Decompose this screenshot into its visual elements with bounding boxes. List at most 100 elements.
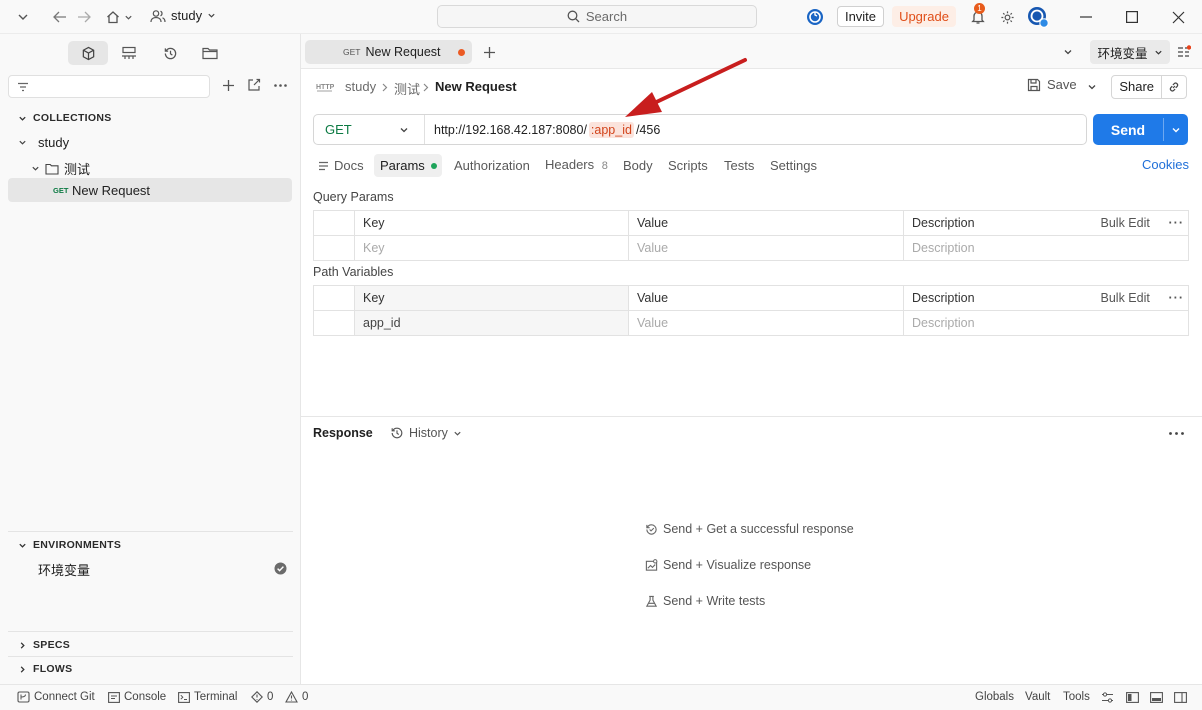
- breadcrumb-folder[interactable]: 测试: [394, 79, 420, 98]
- tab-method-tag: GET: [343, 47, 361, 57]
- tab-body[interactable]: Body: [623, 158, 653, 173]
- two-pane-view-icon[interactable]: [1126, 692, 1139, 703]
- active-check-icon[interactable]: [270, 558, 290, 578]
- connect-git-button[interactable]: Connect Git: [17, 691, 95, 703]
- sidebar-tab-files[interactable]: [190, 41, 230, 65]
- bulk-edit-button[interactable]: Bulk Edit: [1101, 216, 1150, 230]
- url-prefix: http://192.168.42.187:8080/: [434, 123, 587, 137]
- environment-selector[interactable]: 环境变量: [1090, 40, 1170, 64]
- layout-settings-icon[interactable]: [1101, 692, 1114, 703]
- sidebar-tab-environments[interactable]: [109, 41, 149, 65]
- warnings-indicator[interactable]: 0: [285, 691, 308, 703]
- tab-docs[interactable]: Docs: [318, 158, 364, 173]
- key-input[interactable]: Key: [354, 235, 629, 261]
- vault-button[interactable]: Vault: [1025, 691, 1050, 703]
- tab-scripts[interactable]: Scripts: [668, 158, 708, 173]
- clock-send-icon: [646, 523, 657, 535]
- tools-button[interactable]: Tools: [1063, 691, 1090, 703]
- terminal-button[interactable]: Terminal: [178, 691, 237, 703]
- divider: [8, 631, 293, 632]
- bottom-pane-view-icon[interactable]: [1150, 692, 1163, 703]
- tab-params[interactable]: Params: [374, 154, 442, 177]
- globals-button[interactable]: Globals: [975, 691, 1014, 703]
- sidebar-filter-input[interactable]: [8, 75, 210, 98]
- environments-section-header[interactable]: ENVIRONMENTS: [18, 539, 121, 551]
- tab-list-chevron-icon[interactable]: [1058, 42, 1078, 62]
- query-params-table: Key Value Description Bulk Edit ··· Key …: [313, 210, 1189, 261]
- new-item-icon[interactable]: [244, 75, 264, 95]
- more-options-icon[interactable]: ···: [1169, 216, 1185, 230]
- search-input[interactable]: Search: [437, 5, 757, 28]
- description-input[interactable]: Description: [903, 310, 1189, 336]
- new-tab-plus-icon[interactable]: [479, 42, 499, 62]
- environment-quicklook-icon[interactable]: [1174, 42, 1194, 62]
- response-divider[interactable]: [301, 416, 1202, 417]
- app-menu-chevron-icon[interactable]: [13, 7, 33, 27]
- folder-icon: [202, 47, 218, 60]
- breadcrumb-request[interactable]: New Request: [435, 79, 517, 94]
- save-options-chevron-icon[interactable]: [1082, 77, 1102, 97]
- description-input[interactable]: Description: [903, 235, 1189, 261]
- workspace-name: study: [171, 8, 203, 23]
- specs-section-header[interactable]: SPECS: [18, 639, 70, 651]
- user-avatar-icon[interactable]: [1026, 7, 1050, 28]
- home-button[interactable]: [102, 7, 136, 27]
- right-pane-view-icon[interactable]: [1174, 692, 1187, 703]
- workspace-switcher[interactable]: study: [150, 8, 216, 23]
- bulk-edit-button[interactable]: Bulk Edit: [1101, 291, 1150, 305]
- add-collection-icon[interactable]: [218, 75, 238, 95]
- maximize-window-icon[interactable]: [1122, 7, 1142, 27]
- chevron-down-icon: [19, 543, 26, 548]
- send-options-chevron-icon[interactable]: [1164, 114, 1188, 145]
- environment-item[interactable]: 环境变量: [38, 560, 90, 579]
- close-window-icon[interactable]: [1168, 7, 1188, 27]
- share-button[interactable]: Share: [1111, 75, 1187, 99]
- divider: [8, 531, 293, 532]
- tab-new-request[interactable]: GET New Request: [305, 40, 472, 64]
- tab-authorization[interactable]: Authorization: [454, 158, 530, 173]
- value-input[interactable]: Value: [628, 235, 904, 261]
- tab-headers[interactable]: Headers 8: [545, 157, 608, 172]
- copy-link-icon[interactable]: [1162, 81, 1186, 93]
- forward-arrow-icon[interactable]: [74, 7, 94, 27]
- table-header-row: Key Value Description Bulk Edit ···: [313, 210, 1189, 236]
- path-variable-key: app_id: [354, 310, 629, 336]
- sync-status-icon[interactable]: [805, 7, 825, 27]
- environment-icon: [122, 46, 136, 59]
- chevron-down-icon: [19, 140, 26, 145]
- invite-button[interactable]: Invite: [837, 6, 884, 27]
- console-label: Console: [124, 691, 167, 703]
- tree-item-request[interactable]: GET New Request: [8, 178, 292, 202]
- flows-section-header[interactable]: FLOWS: [18, 663, 72, 675]
- tree-item-folder[interactable]: 测试: [31, 159, 90, 178]
- table-row: Key Value Description: [313, 235, 1189, 261]
- value-input[interactable]: Value: [628, 310, 904, 336]
- send-button[interactable]: Send: [1093, 114, 1188, 145]
- sidebar-tab-collections[interactable]: [68, 41, 108, 65]
- back-arrow-icon[interactable]: [50, 7, 70, 27]
- method-select[interactable]: GET: [314, 115, 425, 144]
- minimize-window-icon[interactable]: [1076, 7, 1096, 27]
- hint-successful-response: Send + Get a successful response: [645, 522, 854, 536]
- folder-icon: [45, 163, 59, 175]
- response-more-options-icon[interactable]: [1166, 423, 1186, 443]
- cookies-link[interactable]: Cookies: [1142, 157, 1189, 172]
- settings-gear-icon[interactable]: [997, 7, 1017, 27]
- sidebar-tab-history[interactable]: [150, 41, 190, 65]
- error-diamond-icon: [251, 691, 263, 703]
- tree-item-collection[interactable]: study: [18, 135, 69, 150]
- breadcrumb-collection[interactable]: study: [345, 79, 376, 94]
- errors-indicator[interactable]: 0: [251, 691, 273, 703]
- tab-tests[interactable]: Tests: [724, 158, 754, 173]
- tab-headers-label: Headers: [545, 157, 595, 172]
- collections-section-header[interactable]: COLLECTIONS: [18, 112, 112, 124]
- save-icon: [1027, 78, 1041, 91]
- upgrade-button[interactable]: Upgrade: [892, 6, 956, 27]
- tab-settings[interactable]: Settings: [770, 158, 817, 173]
- console-button[interactable]: Console: [108, 691, 166, 703]
- more-options-icon[interactable]: [270, 75, 290, 95]
- save-button[interactable]: Save: [1027, 77, 1077, 92]
- more-options-icon[interactable]: ···: [1169, 291, 1185, 305]
- chevron-down-icon: [19, 116, 26, 121]
- history-dropdown[interactable]: History: [390, 426, 462, 440]
